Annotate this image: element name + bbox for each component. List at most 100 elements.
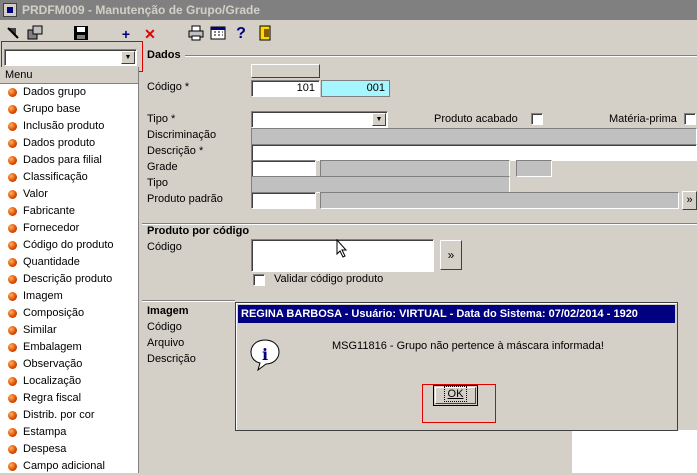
sidebar-menu-item-label: Regra fiscal xyxy=(23,392,82,404)
sidebar-menu-item[interactable]: Dados produto xyxy=(0,135,138,152)
sidebar-menu-item-label: Composição xyxy=(23,307,85,319)
sidebar-menu-item[interactable]: Similar xyxy=(0,322,138,339)
sidebar-menu-item[interactable]: Descrição produto xyxy=(0,271,138,288)
imagem-descricao-label: Descrição xyxy=(147,353,196,365)
print-icon[interactable] xyxy=(187,25,205,43)
grade-extra-field xyxy=(516,160,552,177)
sidebar-menu-item-label: Inclusão produto xyxy=(23,120,105,132)
sidebar-menu-item[interactable]: Distrib. por cor xyxy=(0,407,138,424)
sidebar-menu-item[interactable]: Despesa xyxy=(0,441,138,458)
sidebar-menu-item-label: Valor xyxy=(23,188,48,200)
sidebar-menu-item[interactable]: Grupo base xyxy=(0,101,138,118)
sidebar-menu-item[interactable]: Valor xyxy=(0,186,138,203)
annotation-highlight-ok xyxy=(422,384,496,423)
imagem-divider xyxy=(142,300,235,302)
validar-codigo-label: Validar código produto xyxy=(274,273,384,285)
sidebar-menu-item-label: Grupo base xyxy=(23,103,81,115)
sidebar-menu-list: Dados grupo Grupo base Inclusão produto Dad… xyxy=(0,84,138,475)
sidebar-menu-item[interactable]: Inclusão produto xyxy=(0,118,138,135)
tipo2-field xyxy=(251,176,510,193)
grade-field[interactable] xyxy=(251,160,316,177)
dialog-message: MSG11816 - Grupo não pertence à máscara … xyxy=(332,340,604,352)
help-icon[interactable]: ? xyxy=(232,25,250,43)
info-icon-glyph: i xyxy=(262,345,268,364)
bullet-icon xyxy=(8,139,17,148)
produto-padrao-label: Produto padrão xyxy=(147,193,223,205)
bullet-icon xyxy=(8,241,17,250)
imagem-codigo-label: Código xyxy=(147,321,182,333)
codigo-field-2[interactable]: 001 xyxy=(321,80,390,97)
codigo-field-1[interactable]: 101 xyxy=(251,80,320,97)
materia-prima-checkbox[interactable] xyxy=(684,113,696,125)
sidebar-menu-item-label: Código do produto xyxy=(23,239,114,251)
bullet-icon xyxy=(8,343,17,352)
codigo-header-button[interactable] xyxy=(251,64,320,78)
dados-section-title: Dados xyxy=(147,49,181,61)
bullet-icon xyxy=(8,428,17,437)
sidebar-menu-item[interactable]: Estampa xyxy=(0,424,138,441)
bullet-icon xyxy=(8,258,17,267)
dados-divider xyxy=(185,55,697,57)
sidebar-menu-item[interactable]: Campo adicional xyxy=(0,458,138,475)
produto-padrao-lookup-button[interactable]: » xyxy=(682,191,697,210)
bullet-icon xyxy=(8,462,17,471)
bullet-icon xyxy=(8,156,17,165)
sidebar-menu-item[interactable]: Dados grupo xyxy=(0,84,138,101)
codigo-label: Código * xyxy=(147,81,190,93)
app-icon xyxy=(3,3,17,17)
sidebar-menu-item[interactable]: Localização xyxy=(0,373,138,390)
bullet-icon xyxy=(8,411,17,420)
bullet-icon xyxy=(8,190,17,199)
grade-label: Grade xyxy=(147,161,178,173)
sidebar-menu-item-label: Imagem xyxy=(23,290,63,302)
bullet-icon xyxy=(8,360,17,369)
descricao-field[interactable] xyxy=(251,144,697,161)
calendar-icon[interactable] xyxy=(209,25,227,43)
sidebar-menu-header: Menu xyxy=(0,67,138,84)
discriminacao-label: Discriminação xyxy=(147,129,217,141)
sidebar-menu-item-label: Fornecedor xyxy=(23,222,80,234)
bullet-icon xyxy=(8,326,17,335)
sidebar-menu-item[interactable]: Código do produto xyxy=(0,237,138,254)
produto-acabado-checkbox[interactable] xyxy=(531,113,543,125)
sidebar-menu-item-label: Localização xyxy=(23,375,82,387)
sidebar-menu-item[interactable]: Composição xyxy=(0,305,138,322)
sidebar-menu-item[interactable]: Embalagem xyxy=(0,339,138,356)
bullet-icon xyxy=(8,207,17,216)
bullet-icon xyxy=(8,105,17,114)
sidebar-menu-item-label: Estampa xyxy=(23,426,67,438)
sidebar-menu-item[interactable]: Fornecedor xyxy=(0,220,138,237)
sidebar-menu-item[interactable]: Quantidade xyxy=(0,254,138,271)
sidebar-menu: Menu Dados grupo Grupo base Inclusão produ… xyxy=(0,67,139,473)
sidebar-menu-item-label: Embalagem xyxy=(23,341,82,353)
tipo-label: Tipo * xyxy=(147,113,176,125)
delete-icon[interactable]: ✕ xyxy=(141,25,159,43)
exit-icon[interactable] xyxy=(256,25,274,43)
produto-codigo-section-title: Produto por código xyxy=(147,225,253,237)
sidebar-menu-item[interactable]: Observação xyxy=(0,356,138,373)
tipo-dropdown[interactable]: ▼ xyxy=(251,111,388,128)
sidebar-menu-item[interactable]: Fabricante xyxy=(0,203,138,220)
sidebar-menu-item-label: Descrição produto xyxy=(23,273,113,285)
sidebar-menu-item[interactable]: Dados para filial xyxy=(0,152,138,169)
bullet-icon xyxy=(8,275,17,284)
produto-padrao-desc-field xyxy=(320,192,679,209)
sidebar-menu-item[interactable]: Classificação xyxy=(0,169,138,186)
sidebar-menu-item-label: Campo adicional xyxy=(23,460,105,472)
sidebar-menu-item-label: Despesa xyxy=(23,443,67,455)
bullet-icon xyxy=(8,88,17,97)
produto-padrao-field[interactable] xyxy=(251,192,316,209)
dialog-title: REGINA BARBOSA - Usuário: VIRTUAL - Data… xyxy=(238,305,675,323)
sidebar-menu-item-label: Dados grupo xyxy=(23,86,86,98)
sidebar-menu-item-label: Similar xyxy=(23,324,57,336)
produto-codigo-go-button[interactable]: » xyxy=(440,240,462,270)
chevron-down-icon[interactable]: ▼ xyxy=(372,113,386,126)
produto-acabado-label: Produto acabado xyxy=(434,113,518,125)
sidebar-menu-item[interactable]: Imagem xyxy=(0,288,138,305)
validar-codigo-checkbox[interactable] xyxy=(253,274,265,286)
sidebar-menu-item-label: Dados produto xyxy=(23,137,96,149)
sidebar-menu-item[interactable]: Regra fiscal xyxy=(0,390,138,407)
bullet-icon xyxy=(8,445,17,454)
sidebar-menu-item-label: Classificação xyxy=(23,171,88,183)
window-title: PRDFM009 - Manutenção de Grupo/Grade xyxy=(22,3,261,17)
